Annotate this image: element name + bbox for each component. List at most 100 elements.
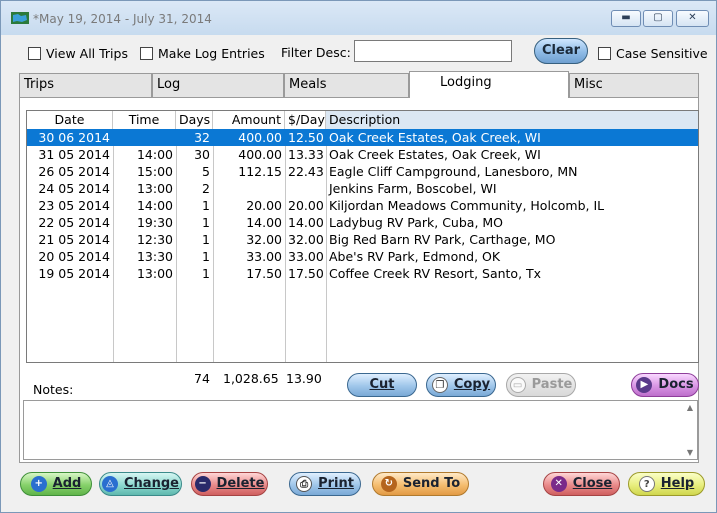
close-label: Close	[572, 476, 613, 491]
change-button[interactable]: ◬ Change	[99, 472, 182, 496]
tab-label: Trips	[24, 77, 55, 92]
cell-time: 15:00	[136, 164, 173, 179]
tab-label: Misc	[574, 77, 603, 92]
cell-date: 23 05 2014	[38, 198, 110, 213]
cell-date: 21 05 2014	[38, 232, 110, 247]
clear-button[interactable]: Clear	[534, 38, 588, 64]
tab-label: Log	[157, 77, 181, 92]
scroll-down-icon[interactable]: ▼	[687, 448, 693, 457]
close-window-button[interactable]: ✕	[676, 10, 709, 27]
checkbox-box[interactable]	[598, 46, 611, 60]
cell-days: 1	[202, 249, 210, 264]
tab-strip: Trips Log Meals Lodging Misc	[19, 71, 699, 98]
table-row[interactable]: 19 05 2014 13:00 1 17.50 17.50 Coffee Creek R…	[27, 265, 698, 282]
cell-description: Big Red Barn RV Park, Carthage, MO	[329, 232, 556, 247]
send-to-button[interactable]: ↻ Send To	[372, 472, 469, 496]
tab-lodging[interactable]: Lodging	[409, 71, 569, 98]
filter-desc-input[interactable]	[354, 40, 512, 62]
table-row[interactable]: 22 05 2014 19:30 1 14.00 14.00 Ladybug RV Par…	[27, 214, 698, 231]
cell-days: 1	[202, 232, 210, 247]
tab-meals[interactable]: Meals	[284, 73, 409, 97]
close-x-icon: ✕	[550, 476, 567, 492]
case-sensitive-checkbox[interactable]: Case Sensitive	[598, 45, 708, 61]
checkbox-box[interactable]	[140, 46, 153, 60]
cell-per-day: 20.00	[288, 198, 324, 213]
cell-date: 24 05 2014	[38, 181, 110, 196]
help-label: Help	[660, 476, 695, 491]
cell-description: Oak Creek Estates, Oak Creek, WI	[329, 147, 541, 162]
cell-description: Ladybug RV Park, Cuba, MO	[329, 215, 504, 230]
table-row[interactable]: 31 05 2014 14:00 30 400.00 13.33 Oak Creek Es…	[27, 146, 698, 163]
tab-label: Lodging	[440, 75, 492, 90]
header-time[interactable]: Time	[113, 111, 176, 129]
cell-per-day: 33.00	[288, 249, 324, 264]
tab-misc[interactable]: Misc	[569, 73, 699, 97]
cell-days: 5	[202, 164, 210, 179]
cell-days: 2	[202, 181, 210, 196]
print-label: Print	[318, 476, 354, 491]
lodging-window: *May 19, 2014 - July 31, 2014 ▬ ▢ ✕ View…	[0, 0, 717, 513]
delete-button[interactable]: − Delete	[191, 472, 268, 496]
delete-icon: −	[194, 476, 211, 492]
header-days[interactable]: Days	[176, 111, 213, 129]
cell-description: Kiljordan Meadows Community, Holcomb, IL	[329, 198, 605, 213]
docs-arrow-icon: ▶	[636, 377, 653, 393]
title-bar[interactable]: *May 19, 2014 - July 31, 2014 ▬ ▢ ✕	[1, 1, 716, 35]
paste-button[interactable]: ▭ Paste	[506, 373, 576, 397]
case-sensitive-label: Case Sensitive	[616, 45, 708, 61]
table-header: Date Time Days Amount $/Day Description	[27, 111, 698, 129]
cell-amount: 400.00	[238, 130, 282, 145]
paste-label: Paste	[531, 377, 573, 392]
scroll-up-icon[interactable]: ▲	[687, 403, 693, 412]
paste-icon: ▭	[509, 377, 526, 393]
table-row[interactable]: 20 05 2014 13:30 1 33.00 33.00 Abe's RV Park,…	[27, 248, 698, 265]
cell-time	[113, 129, 176, 146]
cell-amount	[213, 180, 285, 197]
copy-icon: ❐	[431, 377, 448, 393]
minimize-button[interactable]: ▬	[611, 10, 641, 27]
cell-amount: 17.50	[246, 266, 282, 281]
help-button[interactable]: ? Help	[628, 472, 705, 496]
delete-label: Delete	[216, 476, 265, 491]
cell-days: 32	[194, 130, 210, 145]
docs-button[interactable]: ▶ Docs	[631, 373, 699, 397]
cell-description: Abe's RV Park, Edmond, OK	[329, 249, 501, 264]
cell-time: 14:00	[136, 198, 173, 213]
cell-time: 13:00	[136, 181, 173, 196]
header-per-day[interactable]: $/Day	[285, 111, 326, 129]
table-row[interactable]: 21 05 2014 12:30 1 32.00 32.00 Big Red Barn R…	[27, 231, 698, 248]
cell-date: 30 06 2014	[38, 130, 110, 145]
add-button[interactable]: + Add	[20, 472, 92, 496]
table-body: 30 06 2014 32 400.00 12.50 Oak Creek Estates…	[27, 129, 698, 282]
view-all-trips-checkbox[interactable]: View All Trips	[28, 45, 128, 61]
cut-button[interactable]: Cut	[347, 373, 417, 397]
table-row[interactable]: 23 05 2014 14:00 1 20.00 20.00 Kiljordan Mead…	[27, 197, 698, 214]
cell-date: 20 05 2014	[38, 249, 110, 264]
view-all-trips-label: View All Trips	[46, 45, 128, 61]
notes-textarea[interactable]: ▲ ▼	[23, 400, 698, 460]
table-row[interactable]: 30 06 2014 32 400.00 12.50 Oak Creek Estates…	[27, 129, 698, 146]
checkbox-box[interactable]	[28, 46, 41, 60]
filter-row: View All Trips Make Log Entries Filter D…	[1, 37, 716, 67]
print-button[interactable]: ⎙ Print	[289, 472, 361, 496]
tab-trips[interactable]: Trips	[19, 73, 152, 97]
cell-time: 13:30	[136, 249, 173, 264]
close-button[interactable]: ✕ Close	[543, 472, 620, 496]
cell-amount: 33.00	[246, 249, 282, 264]
copy-button[interactable]: ❐ Copy	[426, 373, 496, 397]
cell-time: 12:30	[136, 232, 173, 247]
tab-log[interactable]: Log	[152, 73, 284, 97]
cell-amount: 112.15	[238, 164, 282, 179]
header-amount[interactable]: Amount	[213, 111, 285, 129]
make-log-entries-checkbox[interactable]: Make Log Entries	[140, 45, 265, 61]
header-date[interactable]: Date	[27, 111, 113, 129]
header-description[interactable]: Description	[326, 111, 698, 129]
cell-per-day: 32.00	[288, 232, 324, 247]
cell-date: 26 05 2014	[38, 164, 110, 179]
cell-description: Coffee Creek RV Resort, Santo, Tx	[329, 266, 542, 281]
table-row[interactable]: 24 05 2014 13:00 2 Jenkins Farm, Boscobel, …	[27, 180, 698, 197]
lodging-table[interactable]: Date Time Days Amount $/Day Description …	[26, 110, 699, 363]
cell-amount: 14.00	[246, 215, 282, 230]
maximize-button[interactable]: ▢	[643, 10, 673, 27]
table-row[interactable]: 26 05 2014 15:00 5 112.15 22.43 Eagle Cliff C…	[27, 163, 698, 180]
